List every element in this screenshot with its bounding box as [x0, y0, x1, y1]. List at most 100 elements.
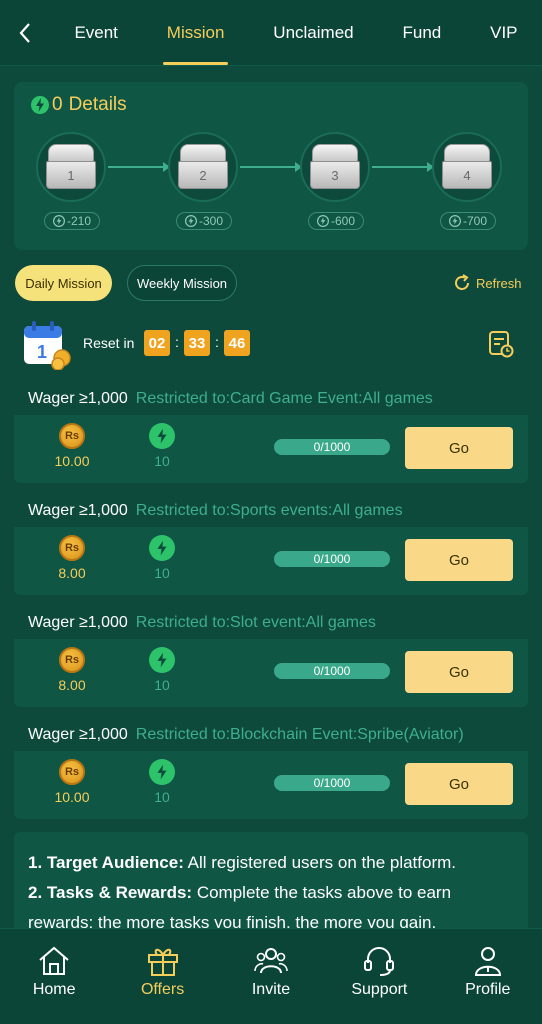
chest-icon: 2 [178, 144, 228, 190]
chest-4[interactable]: 4 [432, 132, 502, 202]
mission-restriction: Restricted to:Sports events:All games [135, 502, 403, 519]
chest-icon: 3 [310, 144, 360, 190]
mission-card: Wager ≥1,000 Restricted to:Card Game Eve… [14, 383, 528, 483]
history-icon[interactable] [488, 330, 514, 358]
mission-wager: Wager ≥1,000 [28, 390, 128, 407]
mission-progress-bar: 0/1000 [274, 439, 390, 455]
go-button[interactable]: Go [405, 539, 513, 581]
mission-restriction: Restricted to:Card Game Event:All games [135, 390, 433, 407]
energy-reward: 10 [132, 423, 192, 469]
timer-seconds: 46 [224, 330, 250, 356]
chest-3[interactable]: 3 [300, 132, 370, 202]
energy-icon [149, 647, 175, 673]
energy-reward: 10 [132, 759, 192, 805]
cash-reward: Rs 8.00 [42, 647, 102, 693]
details-title: Details [68, 94, 127, 115]
timer-colon: : [215, 334, 219, 350]
mission-restriction: Restricted to:Blockchain Event:Spribe(Av… [135, 726, 464, 743]
cash-reward-value: 10.00 [54, 453, 90, 469]
weekly-mission-tab[interactable]: Weekly Mission [127, 265, 237, 301]
nav-offers[interactable]: Offers [113, 929, 213, 1024]
energy-icon [31, 96, 49, 114]
nav-profile[interactable]: Profile [438, 929, 538, 1024]
mission-card: Wager ≥1,000 Restricted to:Slot event:Al… [14, 607, 528, 707]
mission-header: Wager ≥1,000 Restricted to:Sports events… [14, 495, 528, 527]
go-button[interactable]: Go [405, 427, 513, 469]
headset-icon [364, 947, 395, 976]
mission-wager: Wager ≥1,000 [28, 614, 128, 631]
mission-restriction: Restricted to:Slot event:All games [135, 614, 376, 631]
refresh-icon [455, 274, 469, 290]
nav-invite[interactable]: Invite [221, 929, 321, 1024]
mission-progress-bar: 0/1000 [274, 551, 390, 567]
energy-reward: 10 [132, 647, 192, 693]
rupee-coin-icon: Rs [59, 647, 85, 673]
top-nav: Event Mission Unclaimed Fund VIP [0, 0, 542, 66]
energy-icon [149, 423, 175, 449]
reset-label: Reset in [83, 335, 135, 351]
chest-cost-1: -210 [44, 212, 100, 230]
energy-icon [184, 215, 197, 227]
cash-reward: Rs 8.00 [42, 535, 102, 581]
cash-reward-value: 8.00 [58, 677, 86, 693]
mission-progress-bar: 0/1000 [274, 663, 390, 679]
energy-icon [149, 759, 175, 785]
chest-cost-4: -700 [440, 212, 496, 230]
mission-header: Wager ≥1,000 Restricted to:Card Game Eve… [14, 383, 528, 415]
daily-mission-tab[interactable]: Daily Mission [15, 265, 112, 301]
details-panel: 0 Details 1 2 3 4 -210 -300 -600 -700 [14, 82, 528, 250]
chest-1[interactable]: 1 [36, 132, 106, 202]
arrow-1 [108, 162, 170, 172]
tab-bar: Event Mission Unclaimed Fund VIP [50, 0, 542, 66]
mission-progress-bar: 0/1000 [274, 775, 390, 791]
rupee-coin-icon: Rs [59, 535, 85, 561]
energy-count: 0 [52, 94, 63, 115]
nav-home[interactable]: Home [4, 929, 104, 1024]
refresh-button[interactable]: Refresh [452, 273, 522, 293]
arrow-2 [240, 162, 302, 172]
chest-icon: 1 [46, 144, 96, 190]
tab-event[interactable]: Event [70, 0, 121, 66]
timer-hours: 02 [144, 330, 170, 356]
tab-fund[interactable]: Fund [398, 0, 445, 66]
tab-mission[interactable]: Mission [162, 0, 229, 66]
details-header[interactable]: 0 Details [30, 94, 127, 116]
cash-reward: Rs 10.00 [42, 423, 102, 469]
home-icon [39, 946, 69, 975]
mission-wager: Wager ≥1,000 [28, 726, 128, 743]
arrow-3 [372, 162, 434, 172]
cash-reward-value: 8.00 [58, 565, 86, 581]
chest-icon: 4 [442, 144, 492, 190]
energy-icon [448, 215, 461, 227]
tab-vip[interactable]: VIP [486, 0, 521, 66]
rupee-coin-icon: Rs [59, 759, 85, 785]
rule-item: 1. Target Audience: All registered users… [28, 853, 457, 872]
timer-minutes: 33 [184, 330, 210, 356]
energy-icon [149, 535, 175, 561]
chest-2[interactable]: 2 [168, 132, 238, 202]
users-icon [254, 948, 288, 974]
bottom-nav: Home Offers Invite Support Profile [0, 928, 542, 1024]
nav-support[interactable]: Support [329, 929, 429, 1024]
chest-cost-3: -600 [308, 212, 364, 230]
energy-icon [316, 215, 329, 227]
mission-header: Wager ≥1,000 Restricted to:Blockchain Ev… [14, 719, 528, 751]
mission-card: Wager ≥1,000 Restricted to:Sports events… [14, 495, 528, 595]
rupee-coin-icon: Rs [59, 423, 85, 449]
calendar-icon: 1 [24, 321, 71, 370]
mission-wager: Wager ≥1,000 [28, 502, 128, 519]
go-button[interactable]: Go [405, 651, 513, 693]
mission-header: Wager ≥1,000 Restricted to:Slot event:Al… [14, 607, 528, 639]
reset-countdown: 1 Reset in 02 : 33 : 46 [22, 318, 522, 370]
energy-reward-value: 10 [154, 677, 170, 693]
chest-cost-2: -300 [176, 212, 232, 230]
energy-reward-value: 10 [154, 565, 170, 581]
go-button[interactable]: Go [405, 763, 513, 805]
energy-reward-value: 10 [154, 453, 170, 469]
timer-colon: : [175, 334, 179, 350]
energy-reward: 10 [132, 535, 192, 581]
back-button[interactable] [0, 0, 50, 66]
profile-icon [474, 947, 501, 976]
tab-unclaimed[interactable]: Unclaimed [269, 0, 357, 66]
cash-reward-value: 10.00 [54, 789, 90, 805]
